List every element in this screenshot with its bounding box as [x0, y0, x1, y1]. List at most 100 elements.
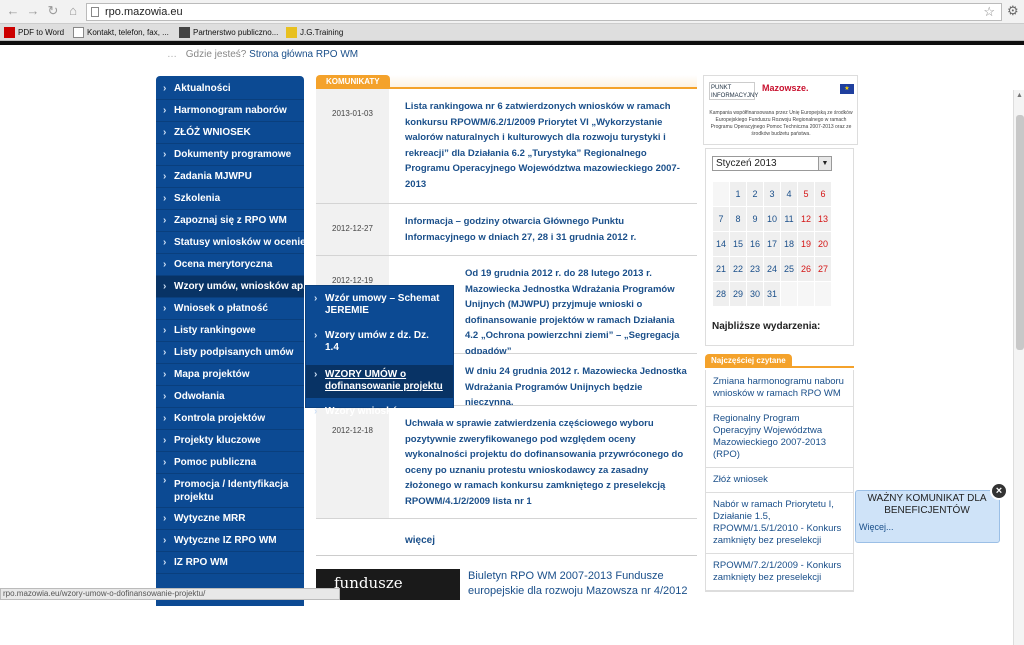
calendar-day[interactable]: 30: [747, 282, 763, 306]
sidebar-item-dokumenty[interactable]: Dokumenty programowe: [156, 144, 304, 166]
submenu-item-wzory-wnioskow[interactable]: Wzory wniosków: [306, 404, 453, 421]
calendar-day: [781, 282, 797, 306]
address-bar[interactable]: rpo.mazowia.eu ☆: [86, 3, 1002, 21]
more-news-link[interactable]: więcej: [405, 535, 435, 546]
calendar-day[interactable]: 17: [764, 232, 780, 256]
reload-icon[interactable]: ↻: [46, 4, 60, 18]
chevron-down-icon[interactable]: ▼: [818, 157, 831, 170]
calendar-day[interactable]: 8: [730, 207, 746, 231]
calendar-day[interactable]: 18: [781, 232, 797, 256]
calendar-day[interactable]: 26: [798, 257, 814, 281]
sidebar-item-zloz-wniosek[interactable]: ZŁÓŻ WNIOSEK: [156, 122, 304, 144]
submenu-item-jeremie[interactable]: Wzór umowy – Schemat JEREMIE: [306, 291, 453, 320]
sidebar-item-listy-rankingowe[interactable]: Listy rankingowe: [156, 320, 304, 342]
biuletyn-link[interactable]: Biuletyn RPO WM 2007-2013 Fundusze europ…: [468, 569, 698, 599]
popular-item[interactable]: Regionalny Program Operacyjny Województw…: [706, 407, 853, 468]
bookmark-star-icon[interactable]: ☆: [983, 4, 995, 20]
calendar-day[interactable]: 6: [815, 182, 831, 206]
site-icon: [286, 27, 297, 38]
sidebar-item-ocena[interactable]: Ocena merytoryczna: [156, 254, 304, 276]
calendar-day[interactable]: 24: [764, 257, 780, 281]
sidebar-item-promocja[interactable]: Promocja / Identyfikacja projektu: [156, 474, 304, 508]
bookmarks-bar: PDF to Word Kontakt, telefon, fax, ... P…: [0, 24, 1024, 41]
calendar-day[interactable]: 1: [730, 182, 746, 206]
calendar-day[interactable]: 29: [730, 282, 746, 306]
calendar-day[interactable]: 10: [764, 207, 780, 231]
notification-more-link[interactable]: Więcej...: [859, 522, 894, 532]
notification-title: WAŻNY KOMUNIKAT DLA BENEFICJENTÓW: [867, 493, 987, 516]
popular-item[interactable]: RPOWM/7.2/1/2009 - Konkurs zamknięty bez…: [706, 554, 853, 591]
calendar-day[interactable]: 3: [764, 182, 780, 206]
sidebar-item-pomoc-publiczna[interactable]: Pomoc publiczna: [156, 452, 304, 474]
news-date: 2012-12-27: [332, 224, 373, 233]
calendar-day[interactable]: 15: [730, 232, 746, 256]
calendar-day[interactable]: 2: [747, 182, 763, 206]
breadcrumb-home-link[interactable]: Strona główna RPO WM: [249, 49, 358, 60]
news-link[interactable]: W dniu 24 grudnia 2012 r. Mazowiecka Jed…: [465, 366, 687, 408]
submenu-item-dz-1-4[interactable]: Wzory umów z dz. Dz. 1.4: [306, 328, 453, 357]
calendar-day[interactable]: 16: [747, 232, 763, 256]
calendar-day[interactable]: 9: [747, 207, 763, 231]
calendar-day[interactable]: 4: [781, 182, 797, 206]
popular-item[interactable]: Zmiana harmonogramu naboru wniosków w ra…: [706, 370, 853, 407]
bookmark-pdf-to-word[interactable]: PDF to Word: [4, 26, 64, 39]
scroll-up-icon[interactable]: ▲: [1015, 92, 1024, 101]
calendar-day[interactable]: 28: [713, 282, 729, 306]
sidebar-item-wzory[interactable]: Wzory umów, wniosków ap.: [156, 276, 306, 298]
sidebar-item-szkolenia[interactable]: Szkolenia: [156, 188, 304, 210]
news-link[interactable]: Informacja – godziny otwarcia Głównego P…: [405, 216, 636, 243]
sidebar-item-iz-rpo[interactable]: IZ RPO WM: [156, 552, 304, 574]
news-date: 2012-12-18: [332, 426, 373, 435]
bookmark-jg-training[interactable]: J.G.Training: [286, 26, 343, 39]
calendar-day[interactable]: 20: [815, 232, 831, 256]
calendar-day[interactable]: 7: [713, 207, 729, 231]
wrench-icon[interactable]: ⚙: [1007, 4, 1021, 18]
bookmark-kontakt[interactable]: Kontakt, telefon, fax, ...: [73, 26, 169, 39]
sidebar-item-wniosek-platnosc[interactable]: Wniosek o płatność: [156, 298, 304, 320]
calendar-day[interactable]: 11: [781, 207, 797, 231]
calendar-day[interactable]: 14: [713, 232, 729, 256]
news-link[interactable]: Uchwała w sprawie zatwierdzenia częściow…: [405, 418, 683, 507]
news-link[interactable]: Lista rankingowa nr 6 zatwierdzonych wni…: [405, 101, 680, 190]
calendar-day[interactable]: 13: [815, 207, 831, 231]
calendar-day[interactable]: 22: [730, 257, 746, 281]
month-select[interactable]: Styczeń 2013 ▼: [712, 156, 832, 171]
sidebar-item-kontrola[interactable]: Kontrola projektów: [156, 408, 304, 430]
sidebar-item-listy-umow[interactable]: Listy podpisanych umów: [156, 342, 304, 364]
scrollbar[interactable]: ▲: [1013, 90, 1024, 645]
forward-icon[interactable]: →: [26, 4, 40, 18]
calendar-day[interactable]: 27: [815, 257, 831, 281]
sidebar-item-wytyczne-mrr[interactable]: Wytyczne MRR: [156, 508, 304, 530]
sidebar-item-aktualnosci[interactable]: Aktualności: [156, 78, 304, 100]
popular-header: Najczęściej czytane: [705, 354, 854, 368]
sidebar-item-projekty-kluczowe[interactable]: Projekty kluczowe: [156, 430, 304, 452]
popular-item[interactable]: Nabór w ramach Priorytetu I, Działanie 1…: [706, 493, 853, 554]
eu-flag-icon: ★: [840, 84, 854, 94]
eu-funding-banner[interactable]: PUNKT INFORMACYJNY Mazowsze. ★ Kampania …: [703, 75, 858, 145]
calendar-day[interactable]: 12: [798, 207, 814, 231]
submenu-item-wzory-umow[interactable]: WZORY UMÓW o dofinansowanie projektu: [306, 365, 453, 398]
sidebar-item-statusy[interactable]: Statusy wniosków w ocenie: [156, 232, 306, 254]
sidebar-item-mapa[interactable]: Mapa projektów: [156, 364, 304, 386]
sidebar-item-odwolania[interactable]: Odwołania: [156, 386, 304, 408]
calendar-day[interactable]: 19: [798, 232, 814, 256]
browser-toolbar: ← → ↻ ⌂ rpo.mazowia.eu ☆ ⚙: [0, 0, 1024, 24]
news-link[interactable]: Od 19 grudnia 2012 r. do 28 lutego 2013 …: [465, 268, 679, 357]
calendar-day[interactable]: 23: [747, 257, 763, 281]
bookmark-partnerstwo[interactable]: Partnerstwo publiczno...: [179, 26, 278, 39]
home-icon[interactable]: ⌂: [66, 4, 80, 18]
sidebar-item-zadania[interactable]: Zadania MJWPU: [156, 166, 304, 188]
calendar-day[interactable]: 5: [798, 182, 814, 206]
close-icon[interactable]: ×: [990, 482, 1008, 500]
popular-item[interactable]: Złóż wniosek: [706, 468, 853, 493]
back-icon[interactable]: ←: [6, 4, 20, 18]
calendar-day[interactable]: 25: [781, 257, 797, 281]
sidebar-item-harmonogram[interactable]: Harmonogram naborów: [156, 100, 304, 122]
sidebar-item-wytyczne-iz[interactable]: Wytyczne IZ RPO WM: [156, 530, 304, 552]
punkt-informacyjny-logo: PUNKT INFORMACYJNY: [709, 82, 758, 100]
calendar-day[interactable]: 31: [764, 282, 780, 306]
scroll-thumb[interactable]: [1016, 115, 1024, 350]
sidebar-item-zapoznaj[interactable]: Zapoznaj się z RPO WM: [156, 210, 304, 232]
calendar-day[interactable]: 21: [713, 257, 729, 281]
page-icon: [91, 7, 99, 17]
